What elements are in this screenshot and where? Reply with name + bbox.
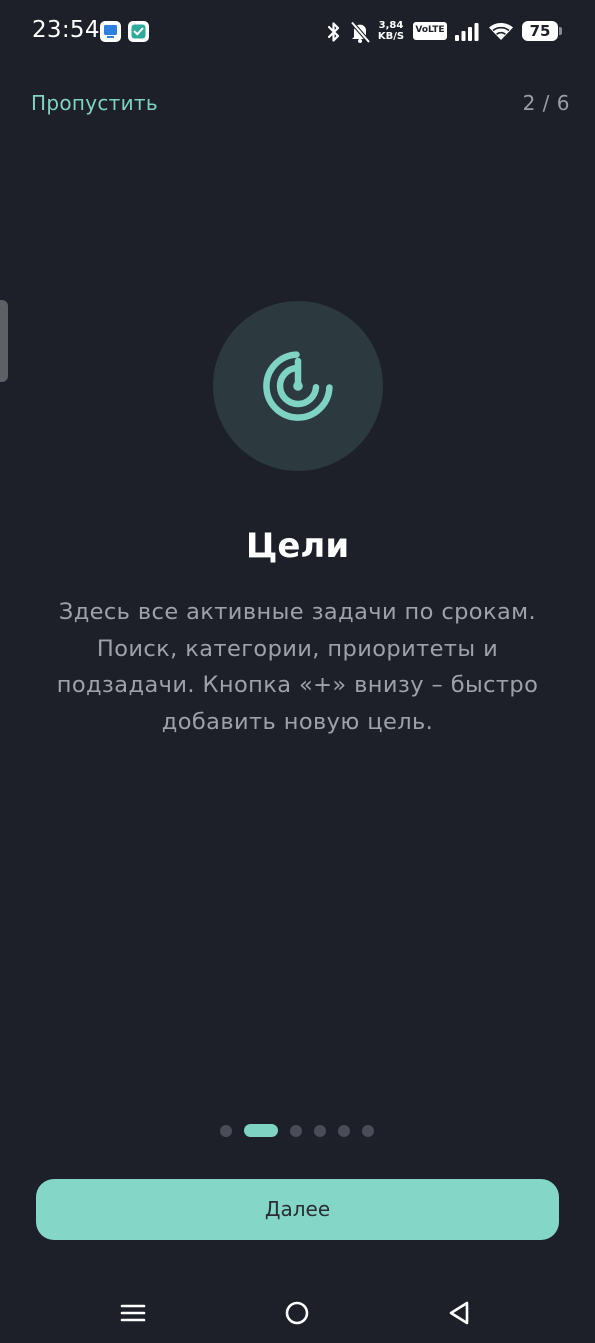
signal-icon	[454, 22, 480, 46]
pager-dot-active[interactable]	[244, 1124, 278, 1137]
page-counter: 2 / 6	[522, 91, 570, 115]
app-notification-icon	[100, 21, 121, 42]
description-line: подзадачи. Кнопка «+» внизу – быстро	[56, 672, 539, 698]
description-line: добавить новую цель.	[161, 708, 434, 735]
bluetooth-icon	[325, 21, 343, 47]
description-line: Поиск, категории, приоритеты и	[96, 635, 499, 662]
network-speed-unit: KB/S	[377, 31, 405, 42]
illustration-circle	[213, 301, 383, 471]
pager-dot[interactable]	[220, 1125, 232, 1137]
back-icon[interactable]	[445, 1298, 475, 1328]
slide-description: Здесь все активные задачи по срокам. Пои…	[40, 594, 555, 740]
edge-panel-handle[interactable]	[0, 300, 8, 382]
wifi-icon	[488, 20, 514, 46]
muted-bell-icon	[349, 20, 371, 48]
network-speed-value: 3,84	[378, 20, 404, 31]
system-nav-bar	[0, 1284, 595, 1340]
description-line: Здесь все активные задачи по срокам.	[58, 599, 537, 625]
status-icons: 3,84 KB/S VoLTE 75	[325, 16, 565, 48]
check-notification-icon	[128, 21, 149, 42]
pager-dot[interactable]	[362, 1125, 374, 1137]
home-icon[interactable]	[282, 1298, 312, 1328]
battery-tip	[559, 27, 562, 35]
menu-icon[interactable]	[118, 1298, 148, 1328]
pager-dot[interactable]	[338, 1125, 350, 1137]
pager-dots	[0, 1124, 595, 1138]
battery-icon: 75	[522, 21, 558, 41]
skip-button[interactable]: Пропустить	[31, 91, 158, 115]
target-icon	[263, 351, 333, 421]
volte-badge: VoLTE	[413, 22, 447, 40]
next-button[interactable]: Далее	[36, 1179, 559, 1240]
slide-title: Цели	[245, 526, 350, 566]
pager-dot[interactable]	[290, 1125, 302, 1137]
status-time: 23:54	[32, 17, 100, 43]
status-bar: 23:54 3,84 KB/S VoLTE 75	[0, 0, 595, 64]
pager-dot[interactable]	[314, 1125, 326, 1137]
